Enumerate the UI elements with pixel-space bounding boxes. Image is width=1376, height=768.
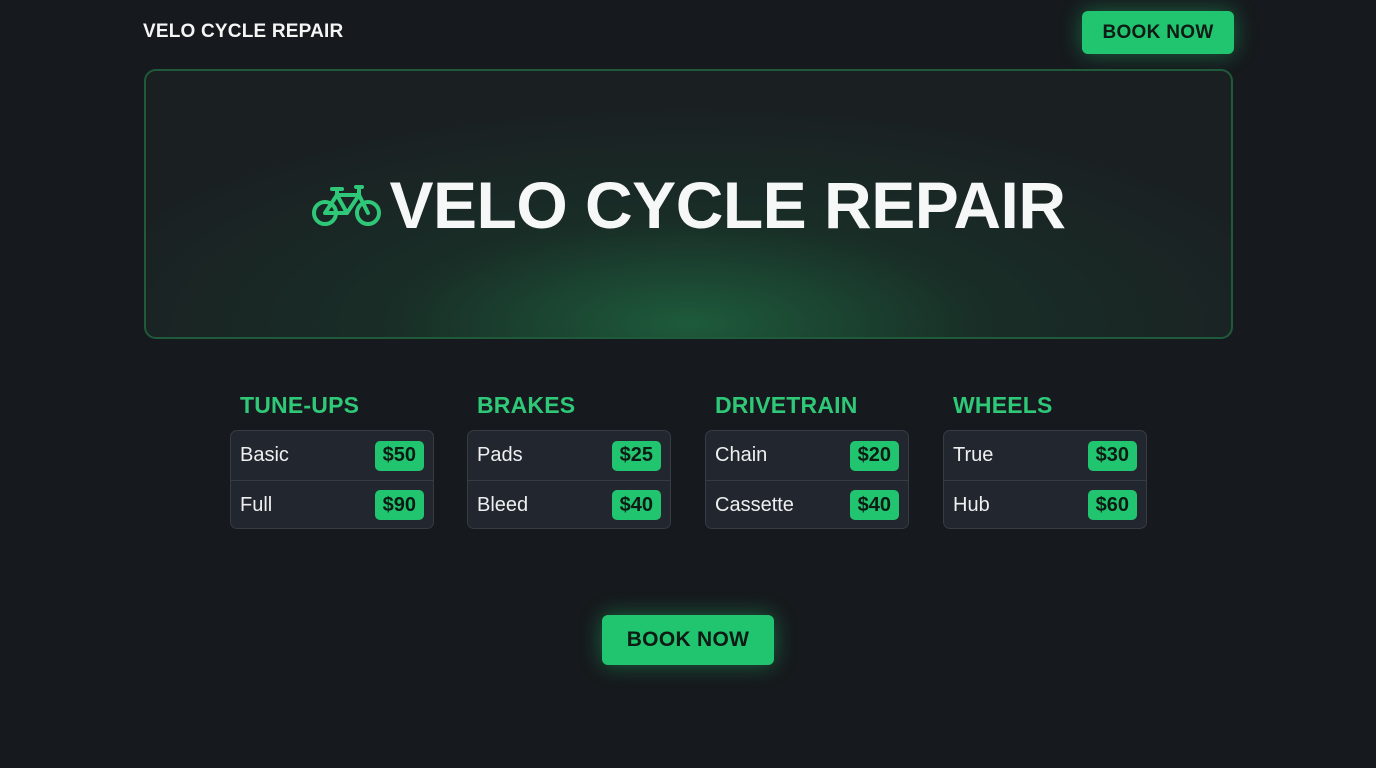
price-card: Basic $50 Full $90 bbox=[230, 430, 434, 529]
category-drivetrain: DRIVETRAIN Chain $20 Cassette $40 bbox=[705, 392, 909, 529]
price-card: Pads $25 Bleed $40 bbox=[467, 430, 671, 529]
service-name: Chain bbox=[715, 444, 768, 466]
bicycle-icon bbox=[312, 185, 382, 226]
service-row[interactable]: Bleed $40 bbox=[468, 480, 670, 528]
category-tune-ups: TUNE-UPS Basic $50 Full $90 bbox=[230, 392, 434, 529]
price-badge: $40 bbox=[849, 490, 899, 520]
price-card: True $30 Hub $60 bbox=[943, 430, 1147, 529]
page: VELO CYCLE REPAIR BOOK NOW VELO CYCLE RE… bbox=[0, 0, 1376, 768]
category-wheels: WHEELS True $30 Hub $60 bbox=[943, 392, 1147, 529]
service-row[interactable]: Basic $50 bbox=[231, 431, 433, 480]
service-name: Basic bbox=[240, 444, 289, 466]
price-card: Chain $20 Cassette $40 bbox=[705, 430, 909, 529]
brand-logo-text[interactable]: VELO CYCLE REPAIR bbox=[143, 21, 343, 43]
price-badge: $60 bbox=[1087, 490, 1137, 520]
hero-banner: VELO CYCLE REPAIR bbox=[144, 69, 1233, 339]
category-title: DRIVETRAIN bbox=[715, 392, 858, 418]
service-name: Bleed bbox=[477, 493, 529, 516]
price-badge: $25 bbox=[611, 440, 661, 471]
book-now-button[interactable]: BOOK NOW bbox=[602, 615, 774, 665]
service-row[interactable]: Pads $25 bbox=[468, 431, 670, 480]
price-badge: $40 bbox=[611, 490, 661, 520]
service-name: True bbox=[953, 444, 994, 466]
price-badge: $90 bbox=[374, 490, 424, 520]
hero-title-group: VELO CYCLE REPAIR bbox=[311, 167, 1066, 243]
service-name: Full bbox=[240, 493, 273, 516]
price-badge: $50 bbox=[374, 440, 424, 471]
service-row[interactable]: Cassette $40 bbox=[706, 480, 908, 528]
service-name: Hub bbox=[953, 493, 990, 516]
price-badge: $30 bbox=[1087, 440, 1137, 471]
category-title: BRAKES bbox=[477, 392, 576, 418]
service-name: Pads bbox=[477, 444, 523, 466]
book-now-button-header[interactable]: BOOK NOW bbox=[1082, 11, 1234, 54]
service-row[interactable]: Full $90 bbox=[231, 480, 433, 528]
service-row[interactable]: True $30 bbox=[944, 431, 1146, 480]
service-name: Cassette bbox=[715, 493, 794, 516]
hero-title: VELO CYCLE REPAIR bbox=[389, 168, 1066, 242]
category-title: WHEELS bbox=[953, 392, 1053, 418]
service-row[interactable]: Hub $60 bbox=[944, 480, 1146, 528]
service-row[interactable]: Chain $20 bbox=[706, 431, 908, 480]
category-brakes: BRAKES Pads $25 Bleed $40 bbox=[467, 392, 671, 529]
category-title: TUNE-UPS bbox=[240, 392, 360, 418]
price-badge: $20 bbox=[849, 440, 899, 471]
